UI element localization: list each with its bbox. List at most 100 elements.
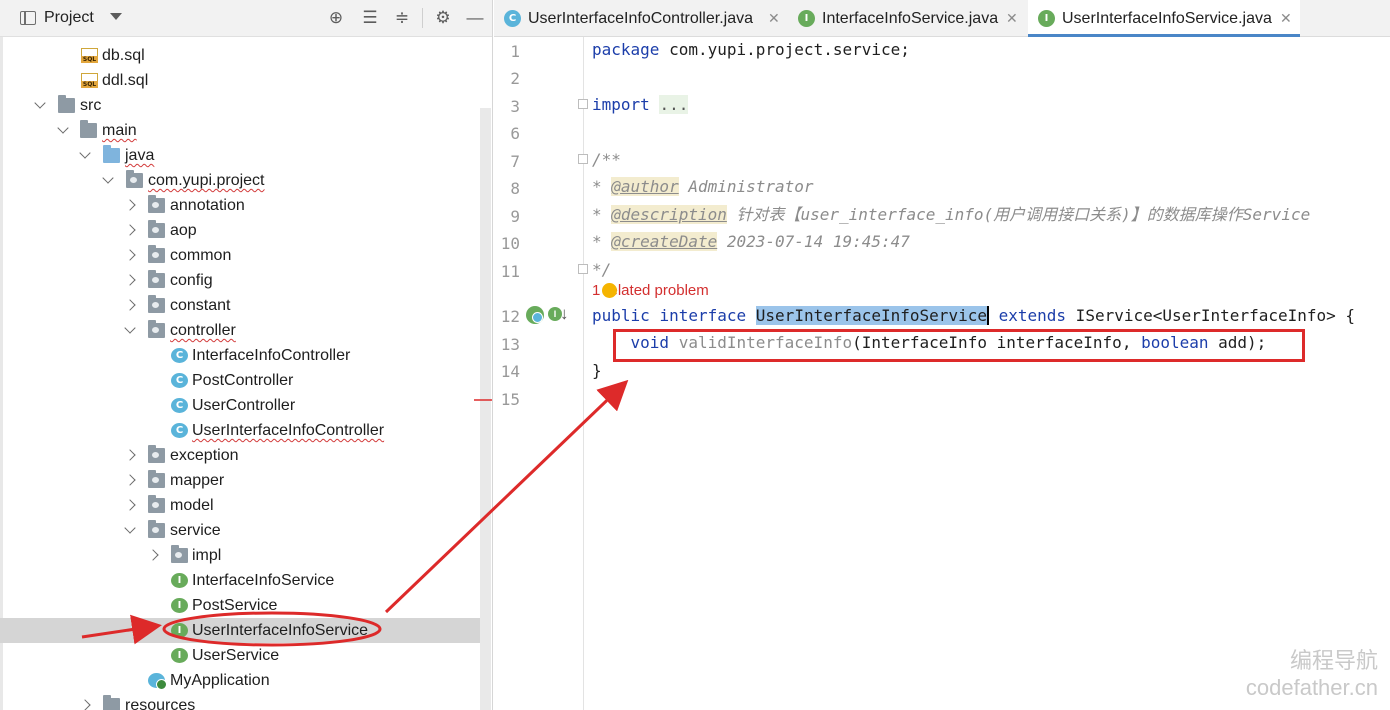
code-text: com.yupi.project.service;	[659, 40, 910, 59]
tree-row-mapper[interactable]: mapper	[0, 468, 480, 493]
gear-icon[interactable]: ⚙	[433, 8, 453, 28]
tree-row-userservice[interactable]: I UserService	[0, 643, 480, 668]
code-line-11[interactable]: */	[592, 260, 611, 280]
tree-item-label: mapper	[170, 472, 225, 489]
chevron-right-icon[interactable]	[123, 443, 137, 468]
code-line-3[interactable]: import ...	[592, 95, 689, 115]
code-text: 针对表【user_interface_info(用户调用接口关系)】的数据库操作…	[726, 205, 1311, 224]
chevron-right-icon[interactable]	[123, 218, 137, 243]
chevron-down-icon[interactable]	[101, 168, 115, 193]
package-icon	[148, 320, 165, 338]
folded-imports[interactable]: ...	[659, 95, 689, 114]
tree-row-interfaceinfocontroller[interactable]: C InterfaceInfoController	[0, 343, 480, 368]
tree-row-common[interactable]: common	[0, 243, 480, 268]
tree-row-postservice[interactable]: I PostService	[0, 593, 480, 618]
interface-icon: I	[171, 598, 188, 613]
chevron-right-icon[interactable]	[123, 268, 137, 293]
code-line-12[interactable]: public interface UserInterfaceInfoServic…	[592, 306, 1355, 326]
tree-row-interfaceinfoservice[interactable]: I InterfaceInfoService	[0, 568, 480, 593]
spring-bean-gutter-icon[interactable]	[526, 306, 544, 324]
close-icon[interactable]: ✕	[1006, 0, 1018, 37]
chevron-right-icon[interactable]	[78, 693, 92, 710]
folder-icon	[103, 695, 120, 710]
project-view-icon	[20, 11, 36, 25]
close-icon[interactable]: ✕	[1280, 0, 1292, 37]
selected-identifier[interactable]: UserInterfaceInfoService	[755, 306, 989, 325]
tree-row-db-sql[interactable]: db.sql	[0, 43, 480, 68]
project-title[interactable]: Project	[44, 9, 94, 27]
package-icon	[126, 170, 143, 188]
chevron-down-icon[interactable]	[123, 518, 137, 543]
expand-all-icon[interactable]: ☰	[360, 8, 380, 28]
code-line-1[interactable]: package com.yupi.project.service;	[592, 40, 910, 60]
fold-toggle-icon[interactable]	[578, 264, 588, 274]
line-number: 15	[500, 390, 520, 409]
tree-row-src[interactable]: src	[0, 93, 480, 118]
line-number: 6	[510, 124, 520, 143]
chevron-right-icon[interactable]	[123, 468, 137, 493]
lightbulb-icon[interactable]	[602, 283, 617, 298]
chevron-down-icon[interactable]	[33, 93, 47, 118]
chevron-right-icon[interactable]	[123, 243, 137, 268]
fold-toggle-icon[interactable]	[578, 99, 588, 109]
tree-row-resources[interactable]: resources	[0, 693, 480, 710]
tree-item-label: aop	[170, 222, 197, 239]
tree-row-config[interactable]: config	[0, 268, 480, 293]
down-arrow-icon[interactable]: ↓	[560, 304, 569, 324]
tree-row-main[interactable]: main	[0, 118, 480, 143]
tree-row-impl[interactable]: impl	[0, 543, 480, 568]
code-line-10[interactable]: * @createDate 2023-07-14 19:45:47	[592, 232, 910, 252]
hide-panel-icon[interactable]: —	[465, 8, 485, 28]
tree-item-label: UserInterfaceInfoController	[192, 422, 385, 439]
scrollbar[interactable]	[480, 108, 491, 710]
tree-row-controller[interactable]: controller	[0, 318, 480, 343]
close-icon[interactable]: ✕	[768, 0, 780, 37]
line-number: 10	[500, 234, 520, 253]
tree-row-model[interactable]: model	[0, 493, 480, 518]
code-line-7[interactable]: /**	[592, 150, 621, 170]
collapse-all-icon[interactable]: ≑	[392, 8, 412, 28]
tree-row-userinterfaceinfoservice[interactable]: I UserInterfaceInfoService	[0, 618, 480, 643]
code-line-14[interactable]: }	[592, 361, 602, 381]
code-keyword: package	[592, 40, 660, 59]
tree-row-service[interactable]: service	[0, 518, 480, 543]
tree-row-postcontroller[interactable]: C PostController	[0, 368, 480, 393]
watermark-url: codefather.cn	[1245, 675, 1378, 700]
tree-item-label: InterfaceInfoService	[192, 572, 335, 589]
tree-row-myapplication[interactable]: MyApplication	[0, 668, 480, 693]
chevron-down-icon[interactable]	[123, 318, 137, 343]
tree-row-exception[interactable]: exception	[0, 443, 480, 468]
tree-row-constant[interactable]: constant	[0, 293, 480, 318]
chevron-down-icon[interactable]	[56, 118, 70, 143]
chevron-right-icon[interactable]	[123, 293, 137, 318]
tree-row-userinterfaceinfocontroller[interactable]: C UserInterfaceInfoController	[0, 418, 480, 443]
chevron-right-icon[interactable]	[146, 543, 160, 568]
tree-item-label: PostService	[192, 597, 278, 614]
sql-file-icon	[81, 73, 98, 88]
interface-icon: I	[171, 648, 188, 663]
code-text: *	[592, 232, 612, 251]
tree-row-usercontroller[interactable]: C UserController	[0, 393, 480, 418]
fold-toggle-icon[interactable]	[578, 154, 588, 164]
tree-row-ddl-sql[interactable]: ddl.sql	[0, 68, 480, 93]
tree-row-annotation[interactable]: annotation	[0, 193, 480, 218]
code-line-9[interactable]: * @description 针对表【user_interface_info(用…	[592, 205, 1310, 225]
line-number: 11	[500, 262, 520, 281]
chevron-right-icon[interactable]	[123, 493, 137, 518]
tab-interfaceinfoservice[interactable]: I InterfaceInfoService.java ✕	[788, 0, 1026, 37]
tree-row-aop[interactable]: aop	[0, 218, 480, 243]
tree-row-com-yupi-project[interactable]: com.yupi.project	[0, 168, 480, 193]
code-editor[interactable]: C UserInterfaceInfoController.java ✕ I I…	[494, 0, 1390, 710]
chevron-down-icon[interactable]	[110, 13, 122, 20]
tree-row-java[interactable]: java	[0, 143, 480, 168]
tree-item-label: UserInterfaceInfoService	[192, 622, 369, 639]
tab-userinterfaceinfocontroller[interactable]: C UserInterfaceInfoController.java ✕	[494, 0, 787, 37]
javadoc-tag: @description	[611, 205, 727, 224]
chevron-down-icon[interactable]	[78, 143, 92, 168]
code-line-8[interactable]: * @author Administrator	[592, 177, 814, 197]
class-icon: C	[504, 10, 521, 27]
interface-icon: I	[798, 10, 815, 27]
tab-userinterfaceinfoservice[interactable]: I UserInterfaceInfoService.java ✕	[1028, 0, 1300, 37]
locate-target-icon[interactable]: ⊕	[326, 8, 346, 28]
chevron-right-icon[interactable]	[123, 193, 137, 218]
